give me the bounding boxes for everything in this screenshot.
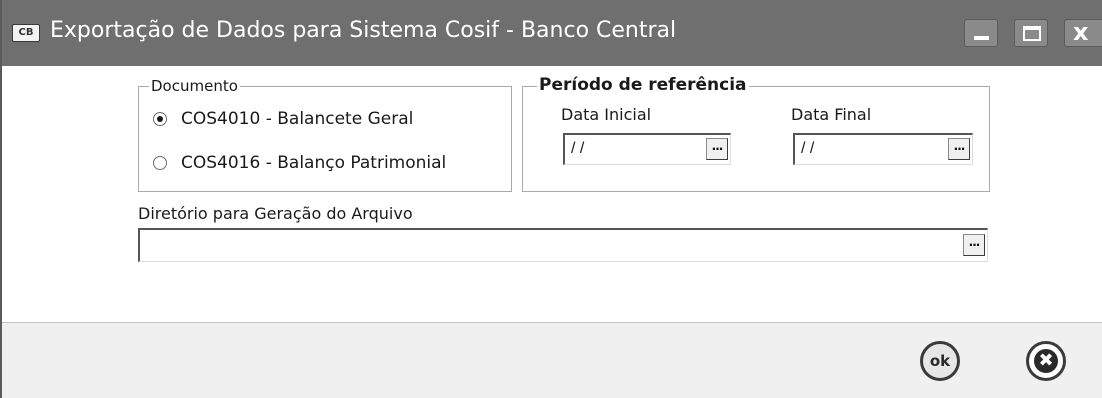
data-final-ellipsis-button[interactable]: ...	[948, 138, 970, 160]
diretorio-label: Diretório para Geração do Arquivo	[138, 204, 413, 223]
periodo-group: Período de referência Data Inicial ... D…	[522, 76, 990, 192]
minimize-icon	[974, 36, 989, 40]
data-inicial-ellipsis-button[interactable]: ...	[706, 138, 728, 160]
maximize-icon	[1023, 26, 1041, 41]
diretorio-field[interactable]: ...	[138, 228, 988, 262]
data-final-label: Data Final	[791, 105, 872, 124]
radio-option-cos4016[interactable]: COS4016 - Balanço Patrimonial	[153, 153, 446, 173]
export-dialog-window: CB Exportação de Dados para Sistema Cosi…	[0, 0, 1102, 398]
radio-button-checked[interactable]	[153, 112, 167, 126]
diretorio-ellipsis-button[interactable]: ...	[963, 234, 985, 256]
documento-legend: Documento	[149, 77, 240, 95]
radio-label-cos4016: COS4016 - Balanço Patrimonial	[181, 153, 447, 173]
close-icon: x	[1073, 18, 1089, 46]
data-inicial-field[interactable]: ...	[563, 133, 731, 165]
data-final-field[interactable]: ...	[793, 133, 973, 165]
radio-button-unchecked[interactable]	[153, 156, 167, 170]
ok-icon: ok	[929, 352, 951, 370]
cancel-button[interactable]: ✖	[1026, 341, 1066, 381]
title-bar[interactable]: CB Exportação de Dados para Sistema Cosi…	[2, 0, 1102, 66]
periodo-legend: Período de referência	[537, 75, 749, 95]
radio-label-cos4010: COS4010 - Balancete Geral	[181, 109, 414, 129]
maximize-button[interactable]	[1014, 19, 1048, 47]
dialog-footer: ok ✖	[2, 322, 1102, 398]
data-inicial-label: Data Inicial	[561, 105, 652, 124]
data-inicial-input[interactable]	[565, 135, 695, 163]
app-icon: CB	[12, 24, 40, 42]
data-final-input[interactable]	[795, 135, 925, 163]
close-button[interactable]: x	[1064, 18, 1102, 47]
diretorio-input[interactable]	[140, 230, 940, 260]
minimize-button[interactable]	[964, 19, 998, 47]
radio-option-cos4010[interactable]: COS4010 - Balancete Geral	[153, 109, 413, 129]
window-title: Exportação de Dados para Sistema Cosif -…	[50, 18, 677, 43]
ok-button[interactable]: ok	[920, 341, 960, 381]
documento-group: Documento COS4010 - Balancete Geral COS4…	[138, 77, 512, 192]
cancel-x-icon: ✖	[1034, 349, 1058, 373]
